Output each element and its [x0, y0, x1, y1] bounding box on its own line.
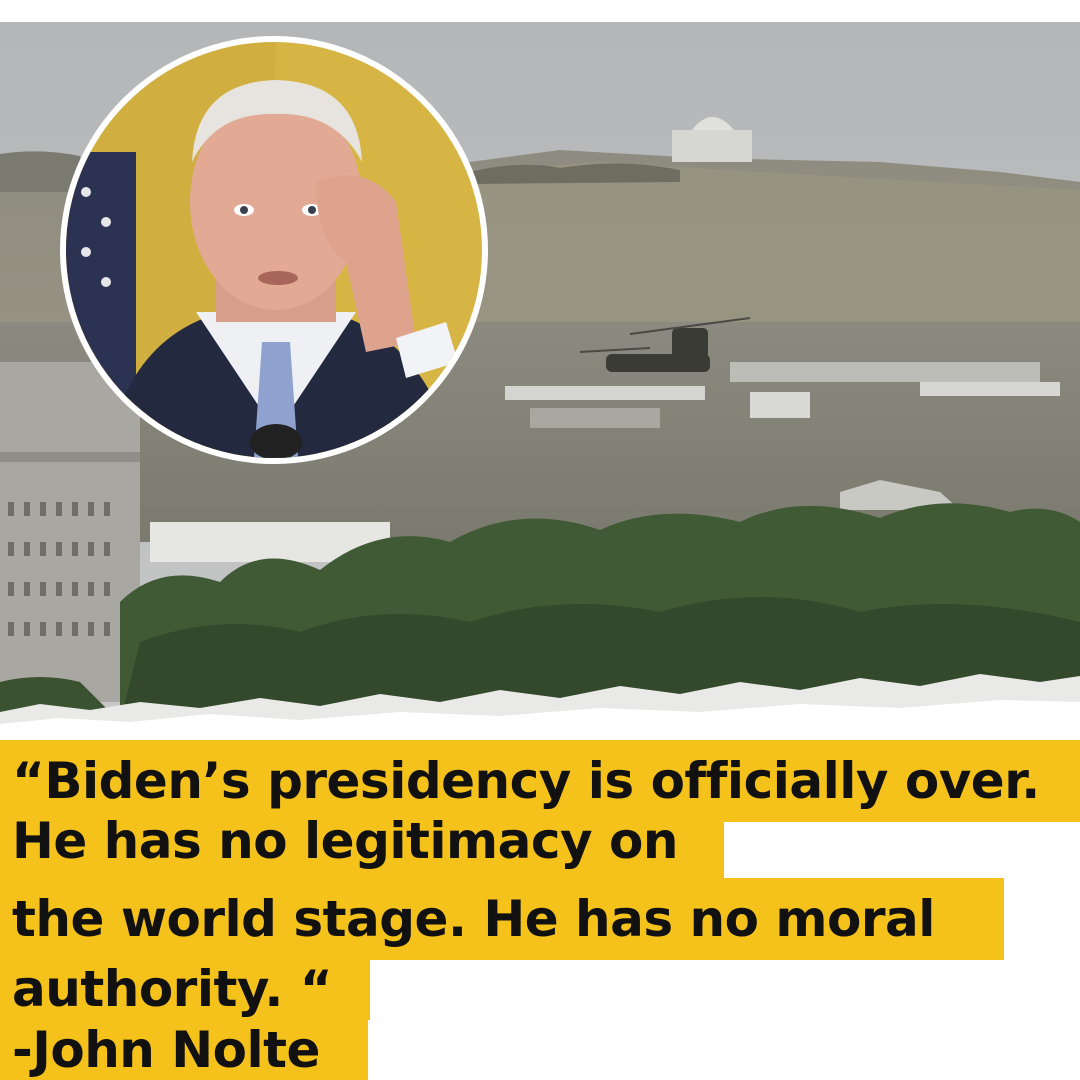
quote-block: “Biden’s presidency is officially over. … [0, 740, 1080, 1080]
quote-line-4: authority. “ [0, 958, 370, 1020]
social-post-graphic: “Biden’s presidency is officially over. … [0, 0, 1080, 1080]
quote-attribution: -John Nolte [0, 1020, 368, 1080]
portrait-photo [66, 42, 482, 458]
quote-line-2: He has no legitimacy on [12, 812, 678, 870]
man-portrait-illustration [66, 42, 482, 458]
quote-line-3: the world stage. He has no moral [0, 878, 1004, 960]
